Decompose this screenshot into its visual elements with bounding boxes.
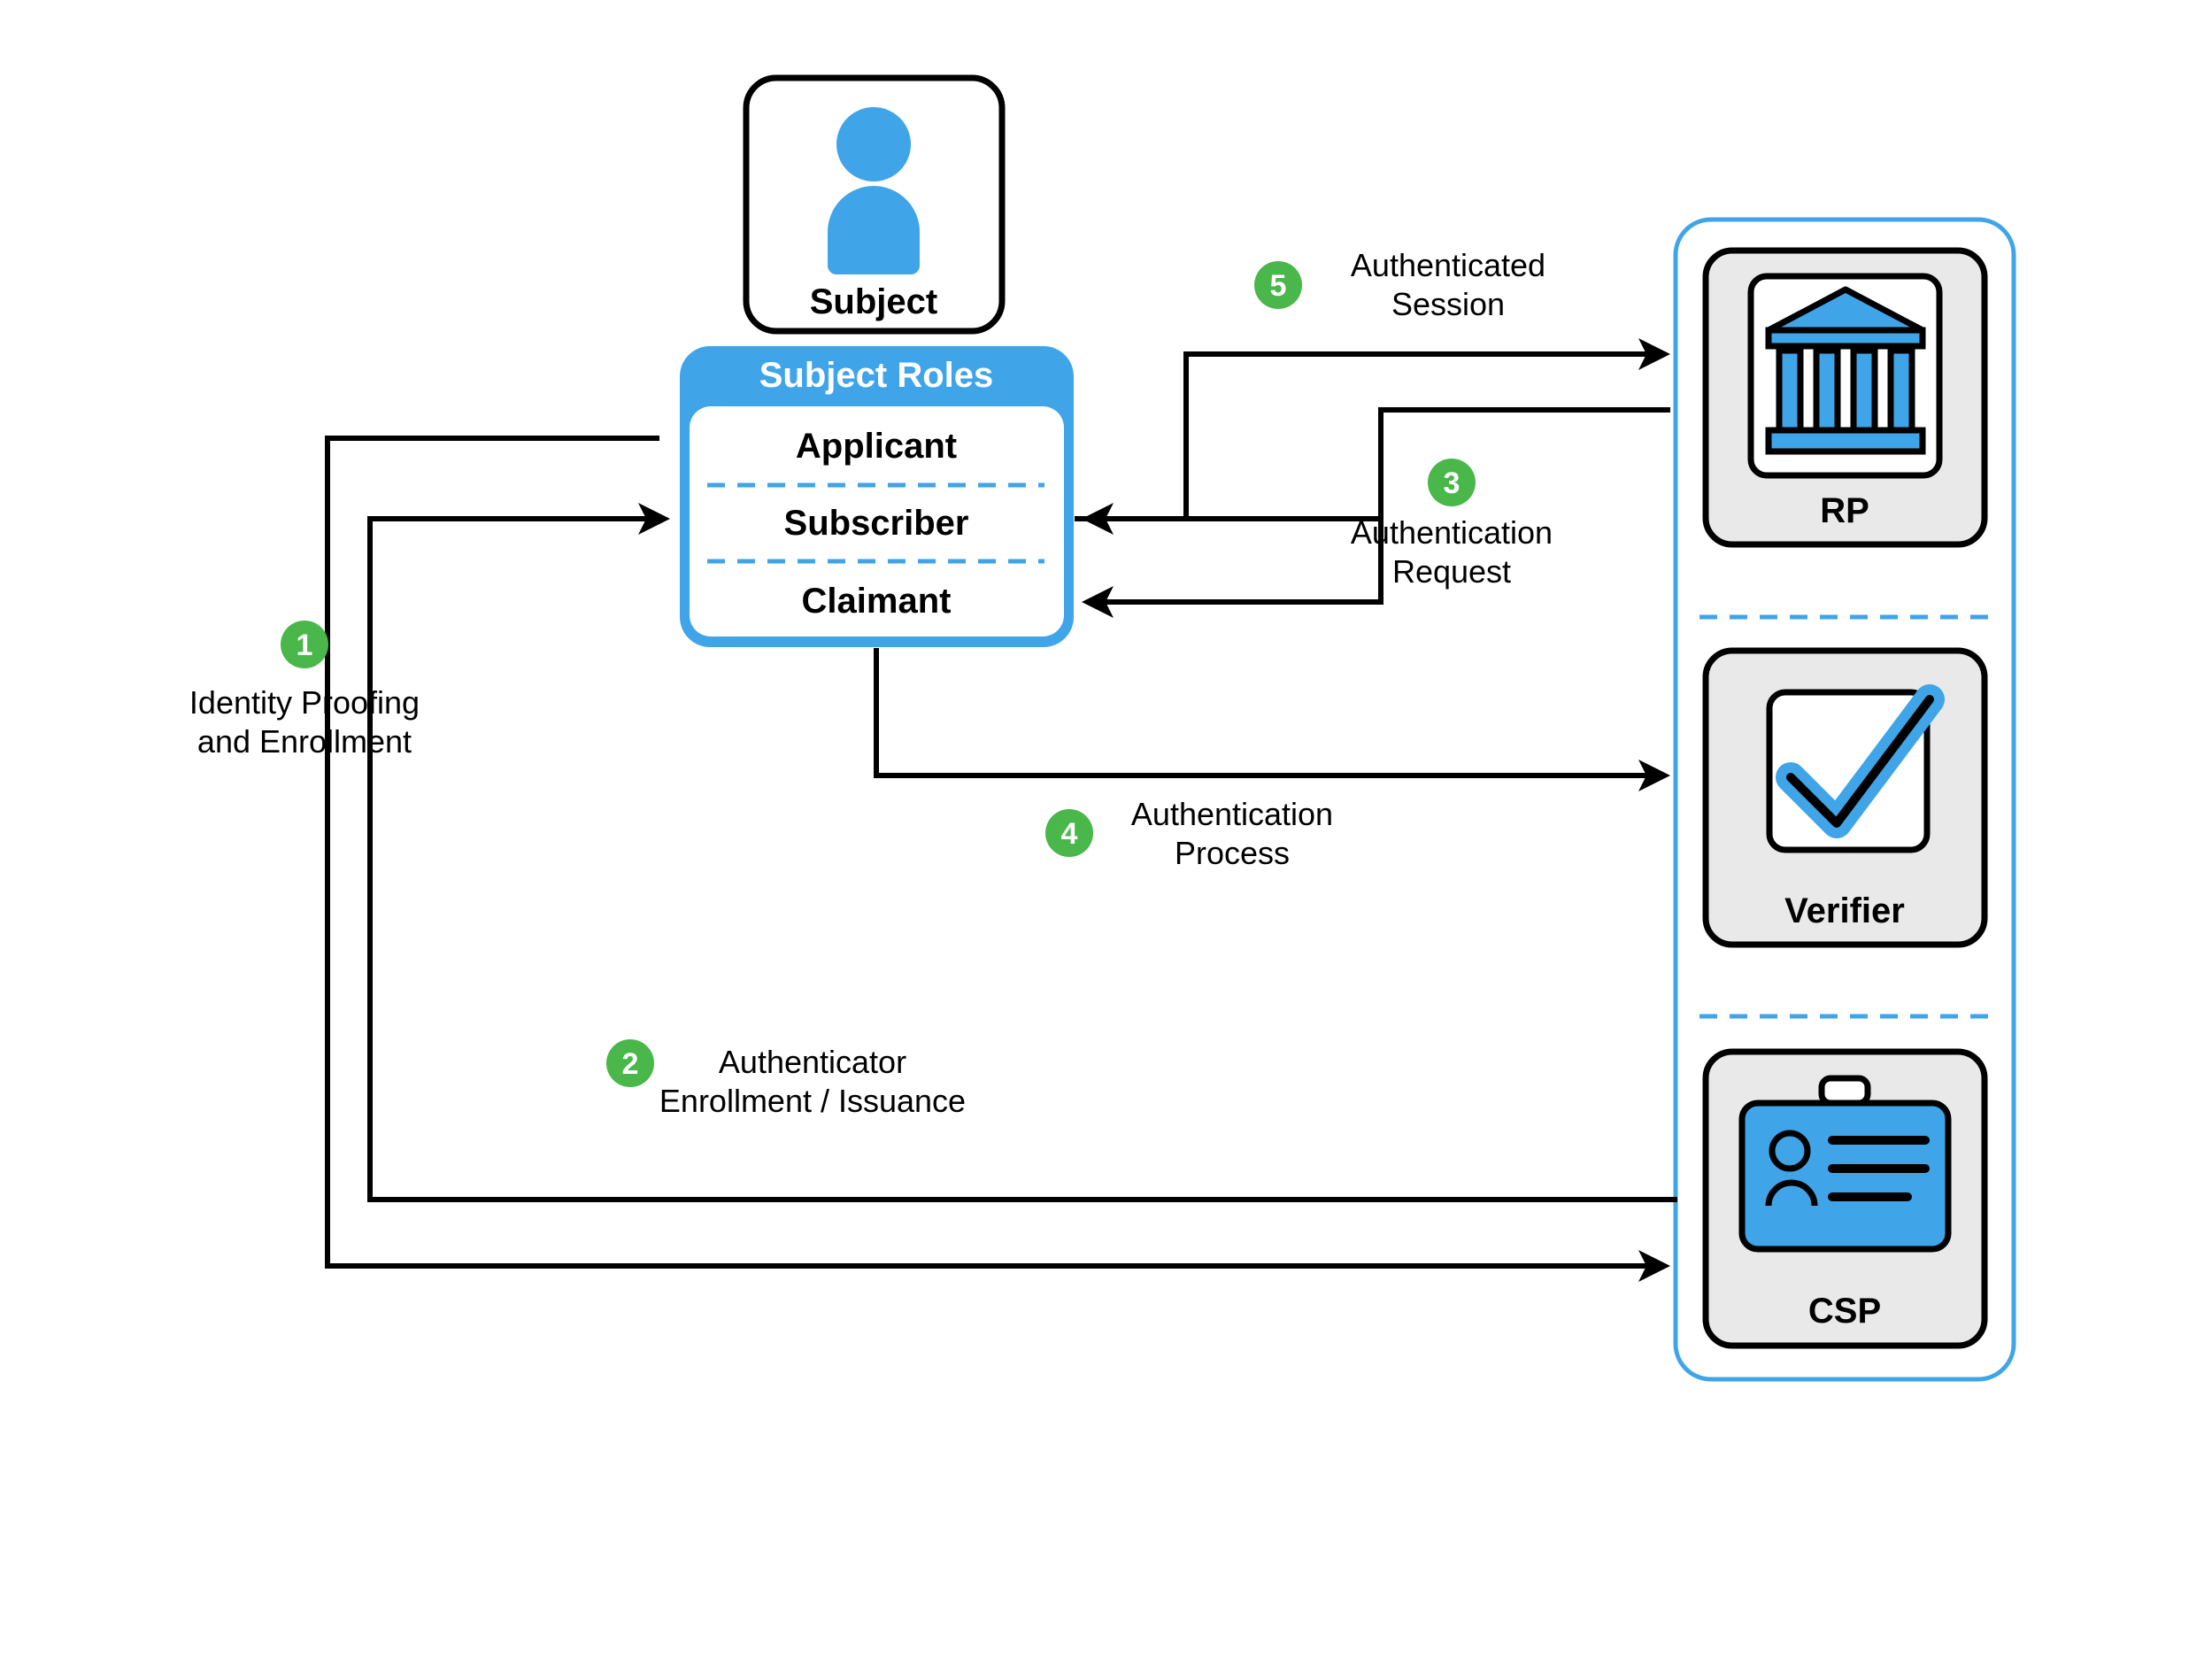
identity-model-diagram: Subject Subject Roles Applicant Subscrib… bbox=[0, 0, 2212, 1659]
step-4-line2: Process bbox=[1175, 835, 1290, 871]
role-subscriber: Subscriber bbox=[784, 504, 969, 543]
step-1-line2: and Enrollment bbox=[197, 723, 412, 760]
id-badge-icon bbox=[1742, 1078, 1948, 1249]
subject-box: Subject bbox=[746, 78, 1002, 331]
arrow-3-subscriber bbox=[1092, 410, 1670, 519]
step-1: 1 Identity Proofing and Enrollment bbox=[189, 621, 420, 760]
step-4: 4 Authentication Process bbox=[1045, 796, 1333, 871]
rp-card: RP bbox=[1706, 251, 1985, 544]
institution-icon bbox=[1751, 276, 1939, 475]
step-2-line1: Authenticator bbox=[719, 1044, 906, 1080]
step-5-line2: Session bbox=[1391, 286, 1505, 322]
svg-text:1: 1 bbox=[297, 629, 313, 662]
arrow-3-claimant bbox=[1092, 519, 1381, 602]
subject-roles-box: Subject Roles Applicant Subscriber Claim… bbox=[680, 346, 1074, 647]
svg-text:4: 4 bbox=[1061, 817, 1078, 851]
arrow-5 bbox=[1075, 354, 1660, 519]
arrow-4 bbox=[876, 648, 1660, 775]
svg-text:5: 5 bbox=[1270, 269, 1287, 303]
subject-label: Subject bbox=[810, 282, 937, 321]
subject-roles-header: Subject Roles bbox=[759, 356, 994, 395]
rp-label: RP bbox=[1820, 491, 1869, 530]
svg-text:3: 3 bbox=[1444, 467, 1461, 500]
csp-card: CSP bbox=[1706, 1052, 1985, 1346]
verifier-label: Verifier bbox=[1784, 891, 1905, 930]
svg-text:2: 2 bbox=[622, 1047, 639, 1081]
step-2: 2 Authenticator Enrollment / Issuance bbox=[606, 1039, 966, 1119]
step-1-line1: Identity Proofing bbox=[189, 684, 420, 721]
step-3-line1: Authentication bbox=[1351, 514, 1553, 551]
role-claimant: Claimant bbox=[802, 582, 952, 621]
step-5-line1: Authenticated bbox=[1351, 247, 1545, 283]
csp-label: CSP bbox=[1808, 1292, 1881, 1331]
role-applicant: Applicant bbox=[796, 427, 957, 466]
checkbox-icon bbox=[1769, 692, 1930, 850]
step-3-line2: Request bbox=[1392, 553, 1511, 590]
step-2-line2: Enrollment / Issuance bbox=[659, 1083, 966, 1119]
services-container: RP Verifier CSP bbox=[1676, 220, 2014, 1379]
step-4-line1: Authentication bbox=[1131, 796, 1333, 832]
verifier-card: Verifier bbox=[1706, 651, 1985, 945]
step-5: 5 Authenticated Session bbox=[1254, 247, 1545, 322]
